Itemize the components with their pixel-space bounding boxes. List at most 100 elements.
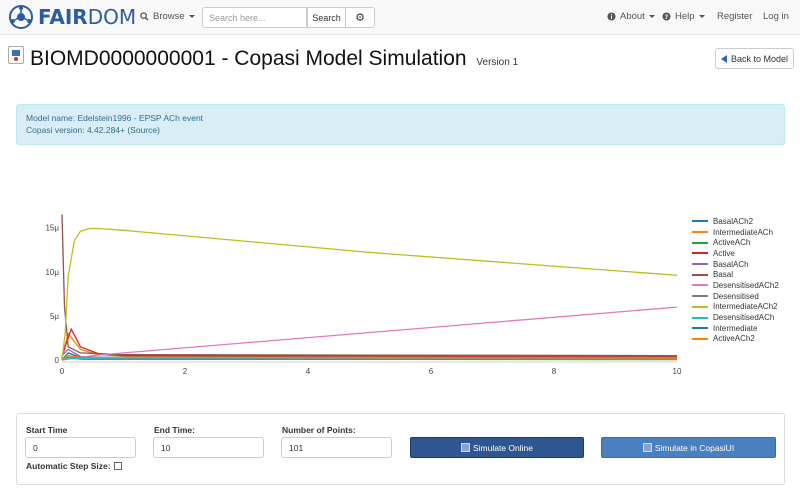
x-tick-label: 4 <box>306 367 311 376</box>
legend-label: Intermediate <box>713 323 758 333</box>
y-tick-label: 15μ <box>45 224 59 233</box>
legend-swatch <box>692 220 708 223</box>
legend-swatch <box>692 295 708 298</box>
model-name-text: Model name: Edelstein1996 - EPSP ACh eve… <box>26 113 204 123</box>
register-link[interactable]: Register <box>717 11 752 22</box>
legend-item[interactable]: BasalACh2 <box>692 216 797 227</box>
legend-label: BasalACh2 <box>713 216 754 226</box>
legend-label: Desensitised <box>713 291 759 301</box>
help-icon: ? <box>662 12 671 21</box>
version-label: Version 1 <box>476 57 519 68</box>
simulate-icon <box>642 443 652 452</box>
legend-label: BasalACh <box>713 259 749 269</box>
legend-label: Basal <box>713 270 734 280</box>
y-tick-label: 10μ <box>45 268 59 277</box>
legend-item[interactable]: Basal <box>692 269 797 280</box>
chevron-down-icon <box>188 15 195 18</box>
y-tick-label: 5μ <box>50 312 59 321</box>
x-tick-label: 2 <box>183 367 188 376</box>
end-time-input[interactable] <box>153 437 264 458</box>
search-icon <box>140 12 149 21</box>
about-menu[interactable]: About <box>607 11 655 22</box>
x-tick-label: 8 <box>552 367 557 376</box>
legend-swatch <box>692 273 708 276</box>
legend-item[interactable]: DesensitisedACh <box>692 312 797 323</box>
chevron-down-icon <box>648 15 655 18</box>
login-link[interactable]: Log in <box>763 11 789 22</box>
back-to-model-label: Back to Model <box>730 53 789 64</box>
fairdom-emblem-icon <box>9 5 33 29</box>
legend-swatch <box>692 231 708 234</box>
legend-swatch <box>692 241 708 244</box>
legend-label: Active <box>713 248 735 258</box>
x-tick-label: 6 <box>429 367 434 376</box>
page-title-text: BIOMD0000000001 - Copasi Model Simulatio… <box>30 47 467 70</box>
help-label: Help <box>675 11 695 22</box>
search-input[interactable] <box>202 7 307 28</box>
legend-label: ActiveACh2 <box>713 334 755 344</box>
auto-step-size-label: Automatic Step Size: <box>26 461 111 471</box>
legend-item[interactable]: IntermediateACh <box>692 227 797 238</box>
legend-item[interactable]: Desensitised <box>692 291 797 302</box>
about-label: About <box>620 11 645 22</box>
start-time-input[interactable] <box>25 437 136 458</box>
simulation-chart[interactable]: 0 5μ 10μ 15μ 0 2 4 6 8 10 <box>0 200 800 390</box>
arrow-left-icon <box>720 54 727 63</box>
back-to-model-button[interactable]: Back to Model <box>715 48 794 69</box>
simulate-online-label: Simulate Online <box>472 442 533 453</box>
chevron-down-icon <box>698 15 705 18</box>
end-time-label: End Time: <box>154 425 195 435</box>
page-title: BIOMD0000000001 - Copasi Model Simulatio… <box>8 46 688 75</box>
start-time-label: Start Time <box>26 425 68 435</box>
legend-item[interactable]: IntermediateACh2 <box>692 302 797 313</box>
legend-swatch <box>692 252 708 255</box>
auto-step-size-field: Automatic Step Size: <box>26 461 122 471</box>
simulate-online-button[interactable]: Simulate Online <box>410 437 584 458</box>
simulate-in-copasiui-label: Simulate in CopasiUI <box>654 442 735 453</box>
legend-label: DesensitisedACh2 <box>713 280 779 290</box>
legend-swatch <box>692 337 708 340</box>
legend-label: ActiveACh <box>713 238 751 248</box>
x-tick-label: 10 <box>673 367 682 376</box>
legend-item[interactable]: BasalACh <box>692 259 797 270</box>
simulate-icon <box>460 443 470 452</box>
series-line-Active <box>61 327 678 358</box>
auto-step-size-checkbox[interactable] <box>113 462 122 470</box>
fairdom-logo[interactable]: FAIRDOM <box>8 4 136 30</box>
copasi-version-text: Copasi version: 4.42.284+ (Source) <box>26 125 160 135</box>
legend-swatch <box>692 316 708 319</box>
browse-menu[interactable]: Browse <box>140 11 195 22</box>
number-of-points-input[interactable] <box>281 437 392 458</box>
legend-item[interactable]: ActiveACh <box>692 237 797 248</box>
legend-item[interactable]: ActiveACh2 <box>692 334 797 345</box>
series-line-Basal <box>61 214 678 357</box>
simulate-in-copasiui-button[interactable]: Simulate in CopasiUI <box>601 437 776 458</box>
legend-swatch <box>692 327 708 330</box>
legend-label: DesensitisedACh <box>713 313 775 323</box>
info-icon <box>607 12 616 21</box>
number-of-points-label: Number of Points: <box>282 425 356 435</box>
series-line-DesensitisedACh2 <box>61 306 678 361</box>
legend-swatch <box>692 284 708 287</box>
copasi-model-icon <box>8 46 24 64</box>
chart-legend: BasalACh2 IntermediateACh ActiveACh Active B… <box>692 216 797 344</box>
svg-text:?: ? <box>665 14 669 21</box>
brand-name: FAIRDOM <box>38 5 137 29</box>
legend-item[interactable]: Intermediate <box>692 323 797 334</box>
legend-swatch <box>692 263 708 266</box>
model-info-box: Model name: Edelstein1996 - EPSP ACh eve… <box>16 104 785 145</box>
legend-item[interactable]: DesensitisedACh2 <box>692 280 797 291</box>
browse-label: Browse <box>153 11 185 22</box>
legend-label: IntermediateACh2 <box>713 302 778 312</box>
y-tick-label: 0 <box>55 356 60 365</box>
x-tick-label: 0 <box>60 367 65 376</box>
legend-item[interactable]: Active <box>692 248 797 259</box>
search-settings-button[interactable]: ⚙ <box>345 7 375 28</box>
top-navbar: FAIRDOM Browse Search ⚙ About ? Help Reg… <box>0 0 800 35</box>
gear-icon: ⚙ <box>355 12 365 24</box>
help-menu[interactable]: ? Help <box>662 11 705 22</box>
legend-swatch <box>692 305 708 308</box>
series-line-IntermediateACh2 <box>61 227 678 361</box>
legend-label: IntermediateACh <box>713 227 774 237</box>
search-button[interactable]: Search <box>307 7 346 28</box>
